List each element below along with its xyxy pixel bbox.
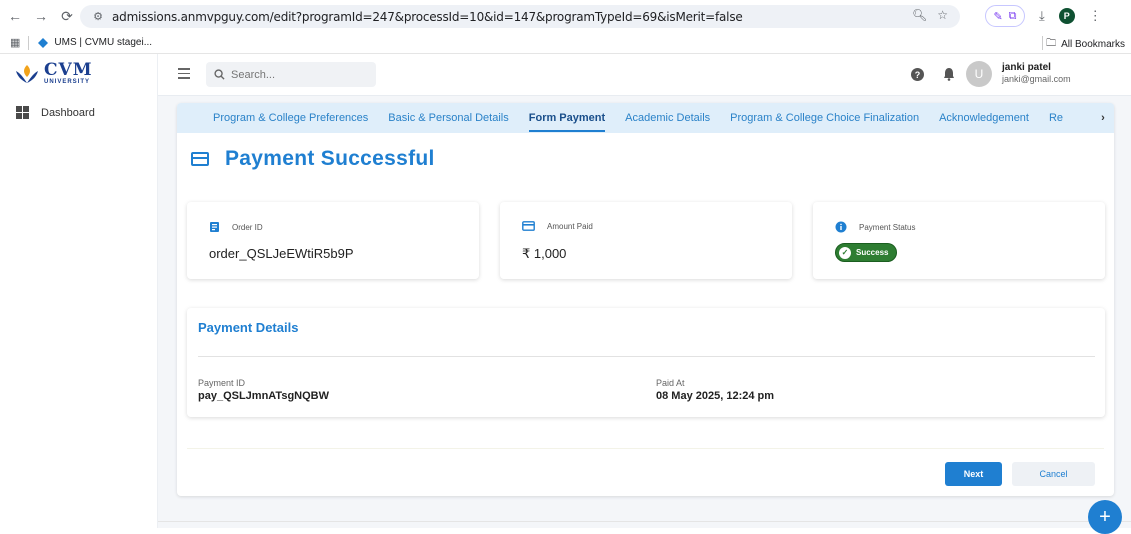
info-icon (835, 221, 847, 233)
zoom-icon[interactable]: 🔍︎ (912, 8, 927, 22)
order-id-label: Order ID (232, 222, 263, 232)
tab-program-college-preferences[interactable]: Program & College Preferences (213, 112, 368, 124)
user-avatar[interactable]: U (966, 61, 992, 87)
receipt-icon (210, 222, 219, 232)
search-icon (214, 69, 225, 80)
download-icon[interactable]: ⤓ (1039, 8, 1045, 24)
payment-id-value: pay_QSLJmnATsgNQBW (198, 390, 329, 402)
url-text: admissions.anmvpguy.com/edit?programId=2… (112, 9, 743, 24)
status-badge: ✓ Success (835, 243, 898, 262)
divider (187, 448, 1104, 449)
user-info[interactable]: janki patel janki@gmail.com (1002, 62, 1071, 85)
next-button[interactable]: Next (945, 462, 1002, 486)
menu-kebab-icon[interactable]: ⋮ (1089, 8, 1102, 24)
page-title-row: Payment Successful (191, 147, 435, 171)
tab-truncated[interactable]: Re (1049, 112, 1063, 124)
bookmark-label: UMS | CVMU stagei... (54, 37, 153, 48)
tab-choice-finalization[interactable]: Program & College Choice Finalization (730, 112, 919, 124)
paid-at-label: Paid At (656, 378, 685, 388)
amount-paid-label: Amount Paid (547, 221, 593, 231)
bookmark-divider (1042, 36, 1043, 50)
check-circle-icon: ✓ (839, 246, 851, 259)
logo-main-text: CVM (44, 60, 93, 80)
cvm-emblem-icon (16, 64, 38, 83)
back-icon[interactable]: ← (4, 5, 26, 27)
sidebar-item-label: Dashboard (41, 106, 95, 119)
paid-at-value: 08 May 2025, 12:24 pm (656, 390, 775, 402)
step-tabs: Program & College Preferences Basic & Pe… (177, 103, 1114, 133)
extensions-pill[interactable]: ✎ ⧉ (985, 5, 1025, 27)
payment-details-card: Payment Details Payment ID pay_QSLJmnATs… (187, 308, 1105, 417)
amount-paid-value: ₹ 1,000 (522, 246, 567, 261)
user-email: janki@gmail.com (1002, 74, 1071, 84)
main-card: Program & College Preferences Basic & Pe… (177, 103, 1114, 496)
order-id-value: order_QSLJeEWtiR5b9P (209, 246, 354, 261)
search-input[interactable] (231, 68, 361, 81)
folder-icon: 🗀 (1046, 38, 1057, 49)
payment-status-label: Payment Status (859, 222, 916, 232)
tab-acknowledgement[interactable]: Acknowledgement (939, 112, 1029, 124)
user-name: janki patel (1002, 62, 1051, 73)
tabs-scroll-right-icon[interactable]: › (1092, 103, 1114, 133)
university-logo[interactable]: CVM UNIVERSITY (14, 62, 93, 85)
add-fab-button[interactable]: + (1088, 500, 1122, 534)
card-icon (522, 221, 535, 231)
app-header: ? U janki patel janki@gmail.com (158, 54, 1131, 96)
payment-status-card: Payment Status ✓ Success (813, 202, 1105, 279)
logo-sub-text: UNIVERSITY (44, 79, 91, 85)
divider (198, 356, 1095, 357)
payment-details-title: Payment Details (198, 320, 299, 335)
pen-extension-icon[interactable]: ✎ (993, 10, 1002, 23)
bookmarks-bar: ▦ UMS | CVMU stagei... 🗀 All Bookmarks (0, 32, 1131, 54)
reload-icon[interactable]: ⟳ (56, 5, 78, 27)
address-bar[interactable]: ⚙ admissions.anmvpguy.com/edit?programId… (80, 5, 960, 28)
search-box[interactable] (206, 62, 376, 87)
help-icon[interactable]: ? (911, 68, 924, 81)
hamburger-menu-icon[interactable] (178, 68, 190, 82)
notification-bell-icon[interactable] (943, 67, 955, 81)
tab-academic-details[interactable]: Academic Details (625, 112, 710, 124)
page-title: Payment Successful (225, 147, 435, 170)
site-info-icon[interactable]: ⚙ (90, 9, 106, 25)
ums-favicon (38, 37, 49, 48)
apps-grid-icon[interactable]: ▦ (10, 36, 20, 49)
profile-avatar[interactable]: P (1058, 8, 1075, 24)
all-bookmarks-label: All Bookmarks (1061, 39, 1125, 50)
amount-paid-card: Amount Paid ₹ 1,000 (500, 202, 792, 279)
order-id-card: Order ID order_QSLJeEWtiR5b9P (187, 202, 479, 279)
all-bookmarks[interactable]: 🗀 All Bookmarks (1046, 36, 1125, 53)
divider (158, 521, 1131, 522)
bookmark-divider (28, 35, 30, 50)
dashboard-icon (16, 106, 29, 119)
cancel-button[interactable]: Cancel (1012, 462, 1095, 486)
bookmark-star-icon[interactable]: ☆ (937, 8, 948, 22)
status-badge-text: Success (856, 248, 889, 257)
tab-basic-personal-details[interactable]: Basic & Personal Details (388, 112, 508, 124)
credit-card-icon (191, 152, 209, 166)
tab-form-payment[interactable]: Form Payment (528, 112, 606, 132)
sidebar: CVM UNIVERSITY Dashboard (0, 54, 158, 528)
puzzle-icon[interactable]: ⧉ (1009, 10, 1017, 23)
forward-icon[interactable]: → (30, 5, 52, 27)
payment-id-label: Payment ID (198, 378, 246, 388)
sidebar-item-dashboard[interactable]: Dashboard (16, 106, 95, 119)
browser-toolbar: ← → ⟳ ⚙ admissions.anmvpguy.com/edit?pro… (0, 0, 1131, 32)
bookmark-ums[interactable]: UMS | CVMU stagei... (37, 37, 152, 49)
